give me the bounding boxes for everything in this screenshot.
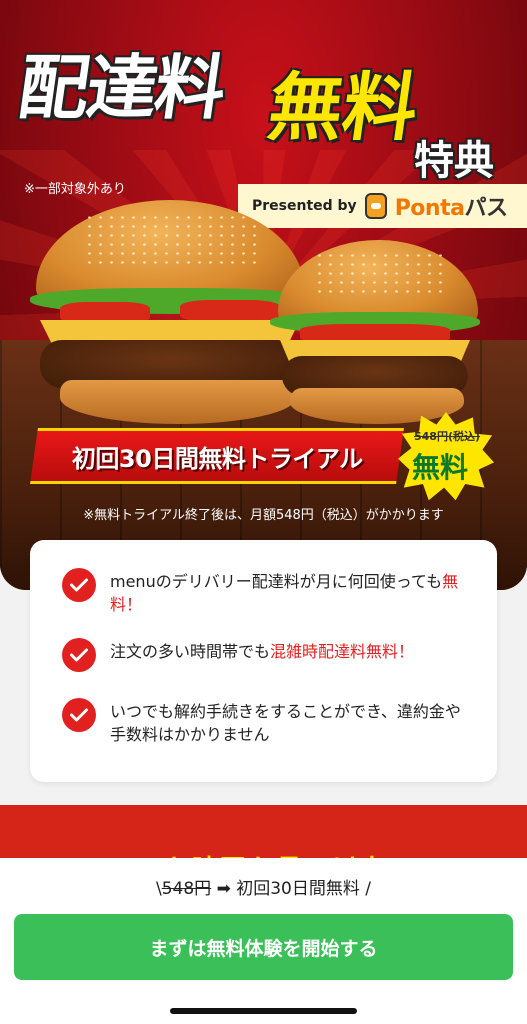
free-badge-old-price: 548円(税込) (414, 430, 481, 443)
benefit-item: 注文の多い時間帯でも混雑時配達料無料！ (62, 638, 462, 672)
trial-banner-text: 初回30日間無料トライアル (71, 444, 363, 473)
after-trial-note: ※無料トライアル終了後は、月額548円（税込）がかかります (83, 508, 444, 523)
page: 配達料 無料 特典 ※一部対象外あり Presented by Pontaパス (0, 0, 527, 1024)
hero-title-suffix: 特典 (414, 138, 494, 184)
hero-banner: 配達料 無料 特典 ※一部対象外あり Presented by Pontaパス (0, 0, 527, 590)
free-badge-label: 無料 (412, 451, 469, 484)
trial-banner: 初回30日間無料トライアル (30, 428, 404, 484)
check-icon (62, 568, 96, 602)
hero-title-free: 無料 (263, 65, 424, 151)
benefit-highlight: 混雑時配達料無料！ (270, 642, 415, 661)
check-icon (62, 638, 96, 672)
ponta-pass-logo: Pontaパス (394, 196, 508, 221)
home-indicator (170, 1008, 357, 1014)
benefit-text: menuのデリバリー配達料が月に何回使っても無料！ (110, 572, 459, 614)
burger-image-left (30, 200, 310, 430)
exclusion-note: ※一部対象外あり (24, 182, 126, 197)
benefits-card: menuのデリバリー配達料が月に何回使っても無料！ 注文の多い時間帯でも混雑時配… (30, 540, 497, 782)
price-comparison: \548円 ➡ 初回30日間無料 / (155, 879, 371, 899)
new-price: 初回30日間無料 / (236, 879, 371, 899)
sticky-cta-bar: \548円 ➡ 初回30日間無料 / まずは無料体験を開始する (0, 858, 527, 1024)
check-icon (62, 698, 96, 732)
benefit-item: menuのデリバリー配達料が月に何回使っても無料！ (62, 568, 462, 616)
burger-image-right (270, 240, 480, 430)
arrow-icon: ➡ (216, 879, 231, 899)
benefit-text: いつでも解約手続きをすることができ、違約金や手数料はかかりません (110, 702, 461, 744)
benefit-text: 注文の多い時間帯でも混雑時配達料無料！ (110, 642, 415, 661)
start-free-trial-button[interactable]: まずは無料体験を開始する (14, 914, 513, 980)
old-price: 548円 (161, 879, 212, 899)
ponta-mascot-icon (364, 193, 387, 219)
benefit-item: いつでも解約手続きをすることができ、違約金や手数料はかかりません (62, 698, 462, 746)
hero-title: 配達料 (13, 47, 229, 129)
